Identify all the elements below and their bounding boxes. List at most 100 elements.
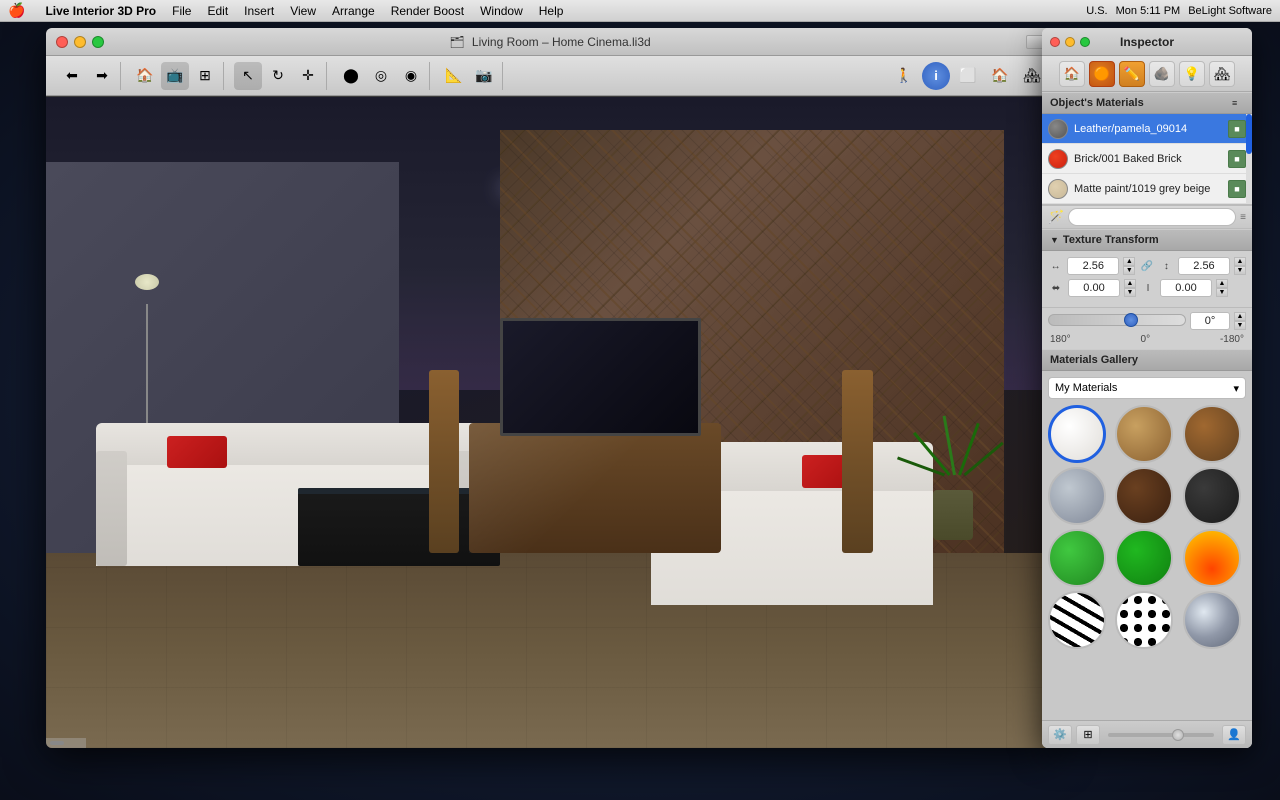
gear-button[interactable]: ⚙️ (1048, 725, 1072, 745)
offset-y-up[interactable]: ▲ (1216, 279, 1228, 288)
camera-tool[interactable]: 📷 (470, 62, 498, 90)
zoom-thumb[interactable] (1172, 729, 1184, 741)
menu-window[interactable]: Window (480, 4, 523, 18)
split-view-button[interactable]: ⊞ (191, 62, 219, 90)
gallery-item-1[interactable] (1115, 405, 1173, 463)
angle-stepper[interactable]: ▲ ▼ (1234, 312, 1246, 330)
angle-slider-thumb[interactable] (1124, 313, 1138, 327)
gallery-item-10[interactable] (1115, 591, 1173, 649)
gallery-item-7[interactable] (1115, 529, 1173, 587)
main-window: 🗂 Living Room – Home Cinema.li3d ⬅ ➡ 🏠 📺… (46, 28, 1054, 748)
material-item-2[interactable]: Matte paint/1019 grey beige ■ (1042, 174, 1252, 204)
gallery-section-header: Materials Gallery (1042, 349, 1252, 371)
minimize-button[interactable] (74, 36, 86, 48)
view-options-1[interactable]: ⬜ (954, 62, 982, 90)
gallery-item-9[interactable] (1048, 591, 1106, 649)
close-button[interactable] (56, 36, 68, 48)
apple-menu[interactable]: 🍎 (8, 2, 25, 19)
menu-render-boost[interactable]: Render Boost (391, 4, 464, 18)
material-icon-2: ■ (1228, 180, 1246, 198)
maximize-button[interactable] (92, 36, 104, 48)
menu-edit[interactable]: Edit (207, 4, 228, 18)
back-button[interactable]: ⬅ (58, 62, 86, 90)
offset-x-down[interactable]: ▼ (1124, 288, 1136, 297)
inspector-maximize[interactable] (1080, 37, 1090, 47)
select-tool[interactable]: ↖ (234, 62, 262, 90)
walkthrough-button[interactable]: 🚶 (890, 62, 918, 90)
offset-v-label: I (1140, 280, 1156, 296)
point-tool[interactable]: ◎ (367, 62, 395, 90)
forward-button[interactable]: ➡ (88, 62, 116, 90)
materials-menu-icon[interactable]: ≡ (1232, 97, 1244, 109)
gallery-item-5[interactable] (1183, 467, 1241, 525)
room-render (46, 97, 1054, 748)
inspector-close[interactable] (1050, 37, 1060, 47)
view-options-2[interactable]: 🏠 (986, 62, 1014, 90)
offset-y-stepper[interactable]: ▲ ▼ (1216, 279, 1228, 297)
material-item-0[interactable]: Leather/pamela_09014 ■ (1042, 114, 1252, 144)
tv-stand (469, 423, 721, 553)
scale-y-stepper[interactable]: ▲ ▼ (1234, 257, 1246, 275)
material-swatch-1 (1048, 149, 1068, 169)
menu-help[interactable]: Help (539, 4, 564, 18)
path-tool[interactable]: ◉ (397, 62, 425, 90)
menubar: 🍎 Live Interior 3D Pro File Edit Insert … (0, 0, 1280, 22)
floor-plan-button[interactable]: 🏠 (131, 62, 159, 90)
menu-app[interactable]: Live Interior 3D Pro (45, 4, 156, 18)
sphere-tool[interactable]: ⬤ (337, 62, 365, 90)
plant-large (903, 305, 1004, 565)
material-swatch-2 (1048, 179, 1068, 199)
inspector-tab-light[interactable]: 💡 (1179, 61, 1205, 87)
offset-x-input[interactable]: 0.00 (1068, 279, 1120, 297)
angle-input[interactable]: 0° (1190, 312, 1230, 330)
gallery-item-8[interactable] (1183, 529, 1241, 587)
scale-y-input[interactable]: 2.56 (1178, 257, 1230, 275)
inspector-tab-room[interactable]: 🏘 (1209, 61, 1235, 87)
angle-slider-container: 0° ▲ ▼ 180° 0° -180° (1042, 308, 1252, 349)
gallery-item-0[interactable] (1048, 405, 1106, 463)
gallery-item-6[interactable] (1048, 529, 1106, 587)
grid-button[interactable]: ⊞ (1076, 725, 1100, 745)
angle-down[interactable]: ▼ (1234, 321, 1246, 330)
measure-tool[interactable]: 📐 (440, 62, 468, 90)
gallery-grid (1048, 405, 1246, 649)
inspector-tab-home[interactable]: 🏠 (1059, 61, 1085, 87)
zoom-slider[interactable] (1108, 733, 1214, 737)
menu-arrange[interactable]: Arrange (332, 4, 375, 18)
person-button[interactable]: 👤 (1222, 725, 1246, 745)
scale-x-up[interactable]: ▲ (1123, 257, 1135, 266)
inspector-minimize[interactable] (1065, 37, 1075, 47)
inspector-tab-edit[interactable]: ✏️ (1119, 61, 1145, 87)
angle-slider-track[interactable] (1048, 314, 1186, 326)
scale-y-up[interactable]: ▲ (1234, 257, 1246, 266)
offset-y-down[interactable]: ▼ (1216, 288, 1228, 297)
scale-y-down[interactable]: ▼ (1234, 266, 1246, 275)
angle-up[interactable]: ▲ (1234, 312, 1246, 321)
materials-search-input[interactable] (1068, 208, 1236, 226)
link-scale-icon[interactable]: 🔗 (1139, 258, 1154, 274)
menu-view[interactable]: View (290, 4, 316, 18)
offset-x-stepper[interactable]: ▲ ▼ (1124, 279, 1136, 297)
3d-view-button[interactable]: 📺 (161, 62, 189, 90)
move-tool[interactable]: ✛ (294, 62, 322, 90)
scale-x-down[interactable]: ▼ (1123, 266, 1135, 275)
info-button[interactable]: i (922, 62, 950, 90)
inspector-tab-object[interactable]: 🟠 (1089, 61, 1115, 87)
gallery-item-2[interactable] (1183, 405, 1241, 463)
materials-scrollbar[interactable] (1246, 114, 1252, 204)
gallery-item-4[interactable] (1115, 467, 1173, 525)
rotate-tool[interactable]: ↻ (264, 62, 292, 90)
scale-x-stepper[interactable]: ▲ ▼ (1123, 257, 1135, 275)
texture-transform-header: ▼ Texture Transform (1042, 229, 1252, 251)
gallery-item-11[interactable] (1183, 591, 1241, 649)
offset-y-input[interactable]: 0.00 (1160, 279, 1212, 297)
menu-file[interactable]: File (172, 4, 191, 18)
offset-x-up[interactable]: ▲ (1124, 279, 1136, 288)
inspector-tab-material[interactable]: 🪨 (1149, 61, 1175, 87)
gallery-dropdown[interactable]: My Materials ▾ (1048, 377, 1246, 399)
gallery-item-3[interactable] (1048, 467, 1106, 525)
search-list-icon: ≡ (1240, 212, 1246, 223)
material-item-1[interactable]: Brick/001 Baked Brick ■ (1042, 144, 1252, 174)
scale-x-input[interactable]: 2.56 (1067, 257, 1119, 275)
menu-insert[interactable]: Insert (244, 4, 274, 18)
